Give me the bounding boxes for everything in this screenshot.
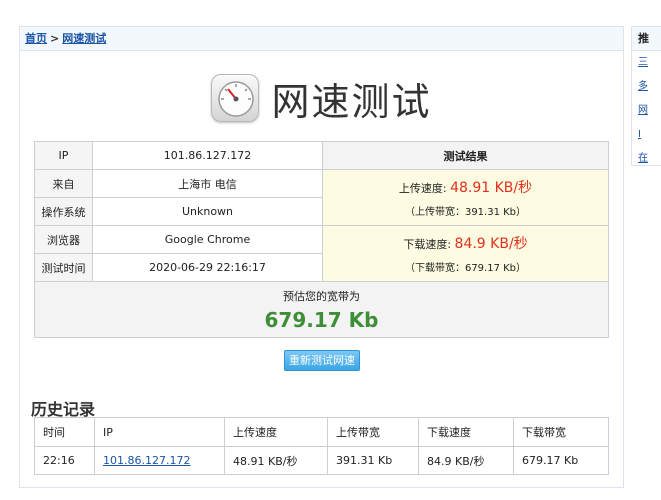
download-bandwidth: （下载带宽：679.17 Kb） [404,263,527,274]
estimate-value: 679.17 Kb [264,307,379,332]
side-panel-header: 推 [632,27,661,51]
history-col-upload-bandwidth: 上传带宽 [327,417,419,447]
browser-label: 浏览器 [34,225,93,254]
side-link-5[interactable]: 在 [632,147,661,171]
ip-value: 101.86.127.172 [92,141,323,170]
from-label: 来自 [34,169,93,198]
download-speed-value: 84.9 KB/秒 [454,236,528,252]
result-header: 测试结果 [322,141,609,170]
breadcrumb-current-link[interactable]: 网速测试 [62,32,106,45]
side-link-2[interactable]: 多 [632,75,661,99]
time-label: 测试时间 [34,253,93,282]
upload-speed-value: 48.91 KB/秒 [450,180,533,196]
os-label: 操作系统 [34,197,93,226]
side-panel: 推 三 多 网 I 在 [631,26,661,166]
title-row: 网速测试 [20,65,623,131]
history-cell-time: 22:16 [34,446,95,475]
breadcrumb-separator: > [50,32,60,45]
upload-result: 上传速度: 48.91 KB/秒 （上传带宽：391.31 Kb） [322,169,609,226]
ip-label: IP [34,141,93,170]
upload-speed: 上传速度: 48.91 KB/秒 [323,177,608,197]
estimate-label: 预估您的宽带为 [283,289,360,303]
speedometer-icon [211,74,260,122]
history-col-download-bandwidth: 下载带宽 [513,417,609,447]
history-cell-download-speed: 84.9 KB/秒 [418,446,514,475]
history-col-ip: IP [94,417,225,447]
retest-button[interactable]: 重新测试网速 [284,350,360,371]
result-table: IP 101.86.127.172 测试结果 来自 上海市 电信 上传速度: 4… [34,141,609,338]
history-col-download-speed: 下载速度 [418,417,514,447]
side-link-3[interactable]: 网 [632,99,661,123]
history-row: 22:16 101.86.127.172 48.91 KB/秒 391.31 K… [34,446,609,475]
history-ip-link[interactable]: 101.86.127.172 [103,454,190,467]
download-speed-label: 下载速度: [403,238,452,251]
breadcrumb-home-link[interactable]: 首页 [25,32,47,45]
history-col-upload-speed: 上传速度 [224,417,328,447]
main-panel: 首页 > 网速测试 网速测试 IP 101.86.127.172 测试结果 来自… [19,26,624,488]
upload-speed-label: 上传速度: [398,182,447,195]
time-value: 2020-06-29 22:16:17 [92,253,323,282]
os-value: Unknown [92,197,323,226]
history-cell-download-bandwidth: 679.17 Kb [513,446,609,475]
page-title: 网速测试 [271,79,432,124]
history-table: 时间 IP 上传速度 上传带宽 下载速度 下载带宽 22:16 101.86.1… [34,417,609,475]
page: 首页 > 网速测试 网速测试 IP 101.86.127.172 测试结果 来自… [0,0,661,500]
breadcrumb: 首页 > 网速测试 [20,27,623,51]
browser-value: Google Chrome [92,225,323,254]
from-value: 上海市 电信 [92,169,323,198]
history-cell-ip: 101.86.127.172 [94,446,225,475]
upload-bandwidth: （上传带宽：391.31 Kb） [404,207,527,218]
history-cell-upload-speed: 48.91 KB/秒 [224,446,328,475]
history-cell-upload-bandwidth: 391.31 Kb [327,446,419,475]
estimate-box: 预估您的宽带为 679.17 Kb [34,281,609,338]
download-result: 下载速度: 84.9 KB/秒 （下载带宽：679.17 Kb） [322,225,609,282]
side-link-4[interactable]: I [632,123,661,147]
side-link-1[interactable]: 三 [632,51,661,75]
history-col-time: 时间 [34,417,95,447]
download-speed: 下载速度: 84.9 KB/秒 [323,233,608,253]
